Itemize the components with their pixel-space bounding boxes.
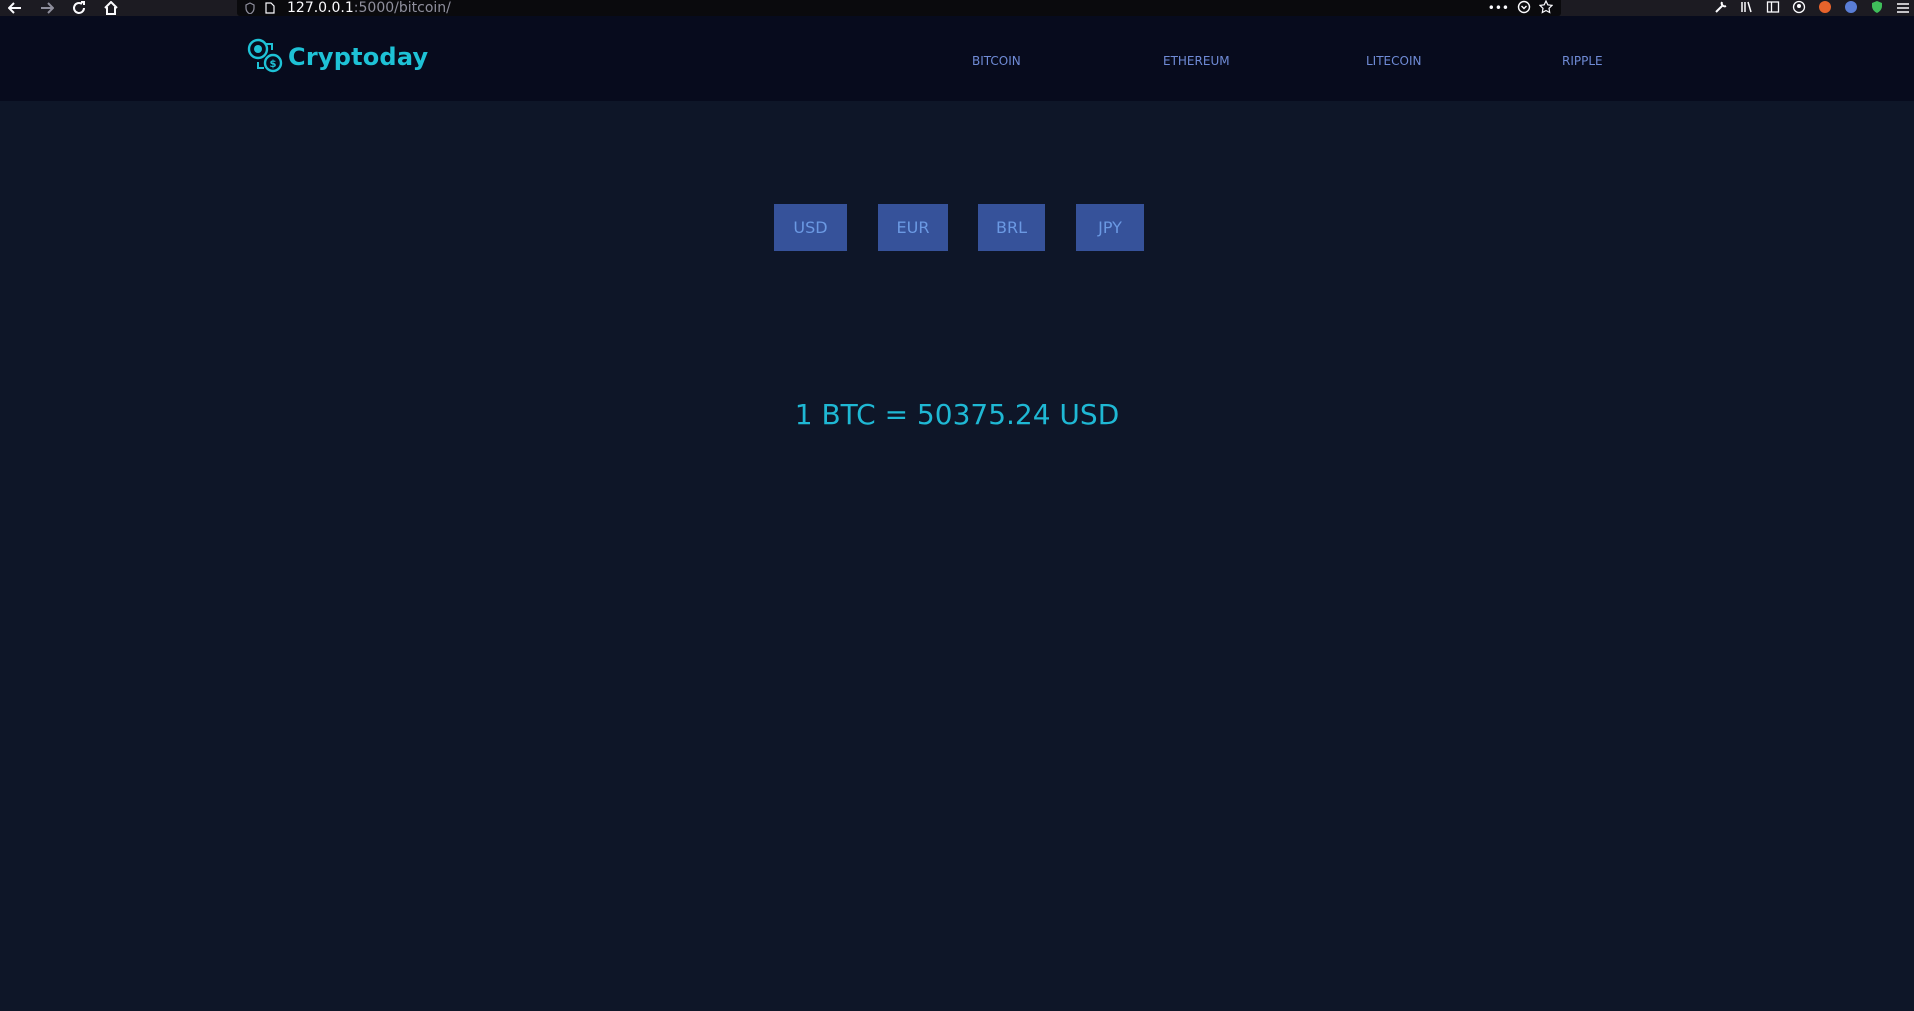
extension-shield-icon[interactable] bbox=[1870, 0, 1884, 18]
pocket-icon[interactable] bbox=[1517, 0, 1531, 18]
logo-text: Cryptoday bbox=[288, 43, 429, 71]
bookmark-star-icon[interactable] bbox=[1538, 0, 1554, 18]
reload-icon[interactable] bbox=[70, 1, 88, 15]
nav-link-ethereum[interactable]: ETHEREUM bbox=[1163, 54, 1230, 68]
site-header: $ Cryptoday BITCOIN ETHEREUM LITECOIN RI… bbox=[0, 16, 1914, 101]
browser-toolbar: 127.0.0.1:5000/bitcoin/ ••• bbox=[0, 0, 1914, 16]
url-text: 127.0.0.1:5000/bitcoin/ bbox=[287, 0, 451, 16]
back-icon[interactable] bbox=[6, 1, 24, 15]
menu-icon[interactable] bbox=[1896, 0, 1910, 18]
currency-button-usd[interactable]: USD bbox=[774, 204, 847, 251]
currency-button-eur[interactable]: EUR bbox=[878, 204, 948, 251]
page-icon bbox=[265, 0, 275, 18]
url-host: 127.0.0.1 bbox=[287, 0, 354, 16]
currency-selector: USD EUR BRL JPY bbox=[0, 204, 1914, 251]
nav-link-litecoin[interactable]: LITECOIN bbox=[1366, 54, 1421, 68]
exchange-rate: 1 BTC = 50375.24 USD bbox=[794, 398, 1120, 431]
url-path: :5000/bitcoin/ bbox=[353, 0, 451, 16]
extension-orange-icon[interactable] bbox=[1818, 0, 1832, 18]
currency-button-jpy[interactable]: JPY bbox=[1076, 204, 1144, 251]
svg-text:$: $ bbox=[270, 59, 277, 70]
address-bar[interactable]: 127.0.0.1:5000/bitcoin/ ••• bbox=[237, 0, 1561, 16]
currency-button-brl[interactable]: BRL bbox=[978, 204, 1045, 251]
home-icon[interactable] bbox=[102, 1, 120, 15]
logo[interactable]: $ Cryptoday bbox=[246, 36, 428, 78]
sidebar-icon[interactable] bbox=[1766, 0, 1780, 18]
nav-link-ripple[interactable]: RIPPLE bbox=[1562, 54, 1603, 68]
crypto-exchange-icon: $ bbox=[246, 36, 284, 78]
wrench-icon[interactable] bbox=[1714, 0, 1728, 18]
extension-globe-icon[interactable] bbox=[1844, 0, 1858, 18]
nav-link-bitcoin[interactable]: BITCOIN bbox=[972, 54, 1021, 68]
more-options-icon[interactable]: ••• bbox=[1488, 1, 1509, 15]
account-icon[interactable] bbox=[1792, 0, 1806, 18]
shield-icon[interactable] bbox=[245, 0, 255, 18]
forward-icon[interactable] bbox=[38, 1, 56, 15]
library-icon[interactable] bbox=[1740, 0, 1754, 18]
